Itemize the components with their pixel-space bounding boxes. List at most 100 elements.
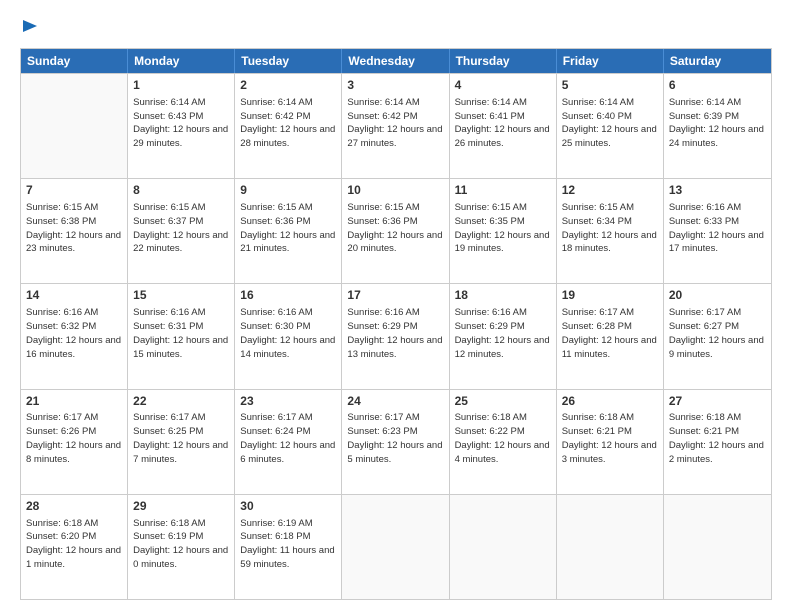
day-number: 17: [347, 287, 443, 304]
day-info: Sunrise: 6:14 AMSunset: 6:42 PMDaylight:…: [347, 96, 443, 151]
day-cell-6: 6Sunrise: 6:14 AMSunset: 6:39 PMDaylight…: [664, 74, 771, 178]
sunrise-text: Sunrise: 6:16 AM: [669, 202, 741, 213]
day-cell-24: 24Sunrise: 6:17 AMSunset: 6:23 PMDayligh…: [342, 390, 449, 494]
sunset-text: Sunset: 6:38 PM: [26, 216, 96, 227]
sunrise-text: Sunrise: 6:16 AM: [240, 307, 312, 318]
sunset-text: Sunset: 6:20 PM: [26, 531, 96, 542]
day-number: 23: [240, 393, 336, 410]
sunrise-text: Sunrise: 6:15 AM: [133, 202, 205, 213]
sunrise-text: Sunrise: 6:17 AM: [669, 307, 741, 318]
sunset-text: Sunset: 6:41 PM: [455, 111, 525, 122]
sunrise-text: Sunrise: 6:16 AM: [455, 307, 527, 318]
sunrise-text: Sunrise: 6:17 AM: [26, 412, 98, 423]
daylight-text: Daylight: 12 hours and 0 minutes.: [133, 545, 228, 570]
sunrise-text: Sunrise: 6:18 AM: [455, 412, 527, 423]
daylight-text: Daylight: 12 hours and 21 minutes.: [240, 230, 335, 255]
day-number: 29: [133, 498, 229, 515]
calendar-header: SundayMondayTuesdayWednesdayThursdayFrid…: [21, 49, 771, 73]
sunset-text: Sunset: 6:23 PM: [347, 426, 417, 437]
header-day-thursday: Thursday: [450, 49, 557, 73]
header-day-friday: Friday: [557, 49, 664, 73]
day-info: Sunrise: 6:15 AMSunset: 6:36 PMDaylight:…: [347, 201, 443, 256]
sunset-text: Sunset: 6:37 PM: [133, 216, 203, 227]
empty-cell: [557, 495, 664, 599]
day-number: 21: [26, 393, 122, 410]
sunset-text: Sunset: 6:36 PM: [240, 216, 310, 227]
day-info: Sunrise: 6:15 AMSunset: 6:34 PMDaylight:…: [562, 201, 658, 256]
day-info: Sunrise: 6:17 AMSunset: 6:27 PMDaylight:…: [669, 306, 766, 361]
sunset-text: Sunset: 6:30 PM: [240, 321, 310, 332]
day-number: 30: [240, 498, 336, 515]
sunset-text: Sunset: 6:28 PM: [562, 321, 632, 332]
sunrise-text: Sunrise: 6:14 AM: [562, 97, 634, 108]
sunrise-text: Sunrise: 6:15 AM: [562, 202, 634, 213]
daylight-text: Daylight: 12 hours and 2 minutes.: [669, 440, 764, 465]
day-info: Sunrise: 6:16 AMSunset: 6:29 PMDaylight:…: [347, 306, 443, 361]
sunrise-text: Sunrise: 6:14 AM: [455, 97, 527, 108]
sunrise-text: Sunrise: 6:19 AM: [240, 518, 312, 529]
day-cell-9: 9Sunrise: 6:15 AMSunset: 6:36 PMDaylight…: [235, 179, 342, 283]
sunset-text: Sunset: 6:36 PM: [347, 216, 417, 227]
day-number: 10: [347, 182, 443, 199]
day-info: Sunrise: 6:17 AMSunset: 6:26 PMDaylight:…: [26, 411, 122, 466]
sunset-text: Sunset: 6:24 PM: [240, 426, 310, 437]
sunrise-text: Sunrise: 6:14 AM: [347, 97, 419, 108]
day-cell-25: 25Sunrise: 6:18 AMSunset: 6:22 PMDayligh…: [450, 390, 557, 494]
day-cell-7: 7Sunrise: 6:15 AMSunset: 6:38 PMDaylight…: [21, 179, 128, 283]
day-info: Sunrise: 6:15 AMSunset: 6:38 PMDaylight:…: [26, 201, 122, 256]
day-info: Sunrise: 6:14 AMSunset: 6:40 PMDaylight:…: [562, 96, 658, 151]
day-info: Sunrise: 6:17 AM Sunset: 6:23 PM Daylight:…: [347, 411, 443, 466]
day-cell-10: 10 Sunrise: 6:15 AMSunset: 6:36 PMDayligh…: [342, 179, 449, 283]
day-number: 5: [562, 77, 658, 94]
day-info: Sunrise: 6:18 AM Sunset: 6:19 PM Daylight:…: [133, 517, 229, 572]
page-header: [20, 18, 772, 40]
day-info: Sunrise: 6:18 AMSunset: 6:20 PMDaylight:…: [26, 517, 122, 572]
day-info: Sunrise: 6:14 AMSunset: 6:39 PMDaylight:…: [669, 96, 766, 151]
sunset-text: Sunset: 6:26 PM: [26, 426, 96, 437]
sunrise-text: Sunrise: 6:18 AM: [133, 518, 205, 529]
header-day-wednesday: Wednesday: [342, 49, 449, 73]
day-cell-20: 20Sunrise: 6:17 AMSunset: 6:27 PMDayligh…: [664, 284, 771, 388]
day-number: 19: [562, 287, 658, 304]
sunrise-text: Sunrise: 6:16 AM: [26, 307, 98, 318]
sunrise-text: Sunrise: 6:17 AM: [562, 307, 634, 318]
sunrise-text: Sunrise: 6:18 AM: [26, 518, 98, 529]
sunrise-text: Sunrise: 6:15 AM: [26, 202, 98, 213]
sunrise-text: Sunrise: 6:17 AM: [347, 412, 419, 423]
daylight-text: Daylight: 12 hours and 29 minutes.: [133, 124, 228, 149]
daylight-text: Daylight: 12 hours and 5 minutes.: [347, 440, 442, 465]
day-number: 2: [240, 77, 336, 94]
empty-cell: [21, 74, 128, 178]
daylight-text: Daylight: 12 hours and 15 minutes.: [133, 335, 228, 360]
daylight-text: Daylight: 12 hours and 27 minutes.: [347, 124, 442, 149]
sunset-text: Sunset: 6:19 PM: [133, 531, 203, 542]
day-number: 8: [133, 182, 229, 199]
day-cell-23: 23Sunrise: 6:17 AMSunset: 6:24 PMDayligh…: [235, 390, 342, 494]
day-info: Sunrise: 6:17 AMSunset: 6:24 PMDaylight:…: [240, 411, 336, 466]
calendar: SundayMondayTuesdayWednesdayThursdayFrid…: [20, 48, 772, 600]
daylight-text: Daylight: 12 hours and 17 minutes.: [669, 230, 764, 255]
sunrise-text: Sunrise: 6:18 AM: [669, 412, 741, 423]
day-cell-14: 14Sunrise: 6:16 AMSunset: 6:32 PMDayligh…: [21, 284, 128, 388]
sunset-text: Sunset: 6:21 PM: [562, 426, 632, 437]
daylight-text: Daylight: 12 hours and 7 minutes.: [133, 440, 228, 465]
sunrise-text: Sunrise: 6:14 AM: [669, 97, 741, 108]
sunrise-text: Sunrise: 6:16 AM: [133, 307, 205, 318]
empty-cell: [664, 495, 771, 599]
day-number: 16: [240, 287, 336, 304]
calendar-week-1: 1Sunrise: 6:14 AMSunset: 6:43 PMDaylight…: [21, 73, 771, 178]
day-info: Sunrise: 6:15 AMSunset: 6:36 PMDaylight:…: [240, 201, 336, 256]
logo: [20, 18, 40, 40]
day-info: Sunrise: 6:16 AMSunset: 6:32 PMDaylight:…: [26, 306, 122, 361]
sunset-text: Sunset: 6:21 PM: [669, 426, 739, 437]
sunset-text: Sunset: 6:42 PM: [240, 111, 310, 122]
daylight-text: Daylight: 12 hours and 4 minutes.: [455, 440, 550, 465]
header-day-sunday: Sunday: [21, 49, 128, 73]
day-info: Sunrise: 6:15 AMSunset: 6:37 PMDaylight:…: [133, 201, 229, 256]
calendar-week-2: 7Sunrise: 6:15 AMSunset: 6:38 PMDaylight…: [21, 178, 771, 283]
day-number: 11: [455, 182, 551, 199]
daylight-text: Daylight: 12 hours and 28 minutes.: [240, 124, 335, 149]
day-cell-8: 8Sunrise: 6:15 AMSunset: 6:37 PMDaylight…: [128, 179, 235, 283]
daylight-text: Daylight: 11 hours and 59 minutes.: [240, 545, 334, 570]
daylight-text: Daylight: 12 hours and 25 minutes.: [562, 124, 657, 149]
